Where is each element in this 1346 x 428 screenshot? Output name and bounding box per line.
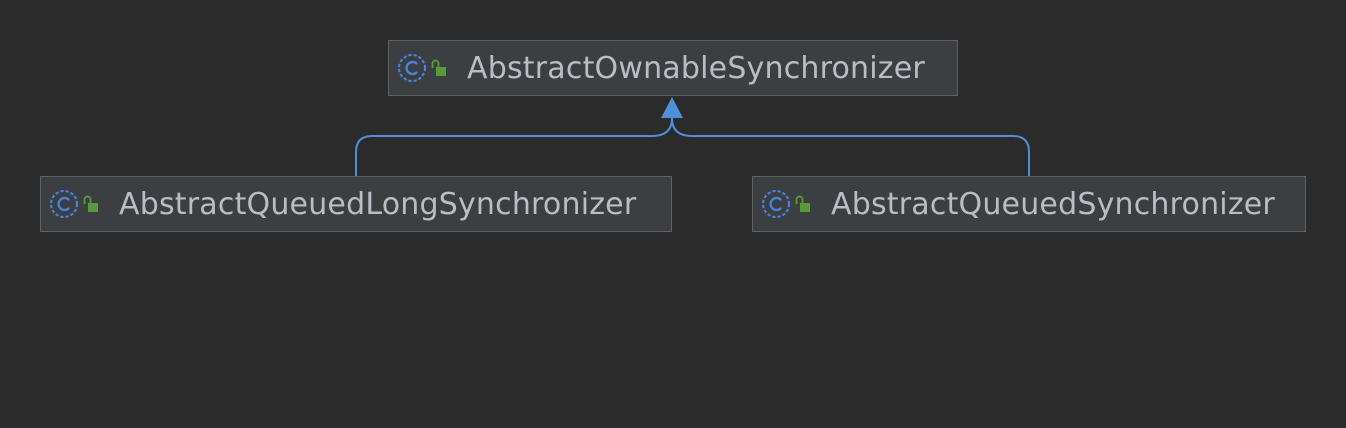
class-icon bbox=[398, 54, 426, 82]
diagram-canvas: AbstractOwnableSynchronizer AbstractQueu… bbox=[0, 0, 1346, 428]
edge-queued-to-ownable bbox=[671, 117, 1030, 176]
inheritance-arrowhead bbox=[661, 97, 683, 118]
class-icon bbox=[762, 190, 790, 218]
public-lock-icon bbox=[83, 195, 98, 212]
class-node-abstract-queued-long-synchronizer[interactable]: AbstractQueuedLongSynchronizer bbox=[40, 176, 672, 232]
class-node-abstract-queued-synchronizer[interactable]: AbstractQueuedSynchronizer bbox=[752, 176, 1306, 232]
class-name-label: AbstractQueuedLongSynchronizer bbox=[119, 186, 637, 222]
public-lock-icon bbox=[795, 195, 810, 212]
class-icon bbox=[50, 190, 78, 218]
public-lock-icon bbox=[431, 59, 446, 76]
class-name-label: AbstractOwnableSynchronizer bbox=[467, 50, 925, 86]
class-node-abstract-ownable-synchronizer[interactable]: AbstractOwnableSynchronizer bbox=[388, 40, 958, 96]
class-name-label: AbstractQueuedSynchronizer bbox=[831, 186, 1275, 222]
edge-long-to-ownable bbox=[355, 117, 673, 176]
